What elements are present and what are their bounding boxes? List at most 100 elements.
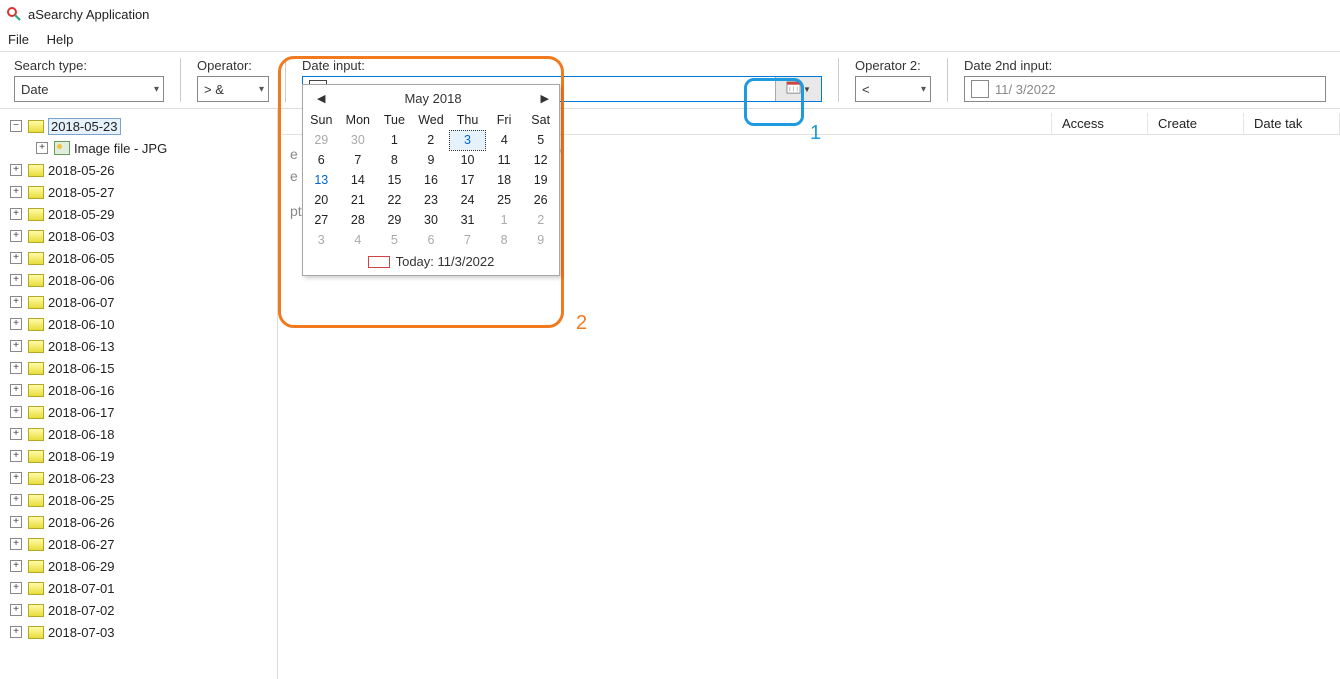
tree-item[interactable]: −2018-05-23: [10, 115, 273, 137]
tree-item[interactable]: +2018-07-02: [10, 599, 273, 621]
calendar-day[interactable]: 1: [376, 130, 413, 150]
tree-expand-icon[interactable]: +: [10, 560, 22, 572]
operator2-select[interactable]: < ▾: [855, 76, 931, 102]
tree-item[interactable]: +2018-06-05: [10, 247, 273, 269]
calendar-day[interactable]: 1: [486, 210, 523, 230]
calendar-day[interactable]: 12: [522, 150, 559, 170]
tree-expand-icon[interactable]: +: [10, 362, 22, 374]
calendar-day[interactable]: 4: [486, 130, 523, 150]
tree-item[interactable]: +2018-07-03: [10, 621, 273, 643]
tree-expand-icon[interactable]: +: [10, 340, 22, 352]
calendar-day[interactable]: 10: [449, 150, 486, 170]
list-header-col[interactable]: Access: [1052, 113, 1148, 134]
calendar-day[interactable]: 5: [376, 230, 413, 250]
tree-expand-icon[interactable]: +: [10, 164, 22, 176]
tree-expand-icon[interactable]: +: [10, 604, 22, 616]
calendar-day[interactable]: 11: [486, 150, 523, 170]
tree-expand-icon[interactable]: +: [10, 516, 22, 528]
tree-item[interactable]: +2018-06-16: [10, 379, 273, 401]
tree-expand-icon[interactable]: +: [10, 318, 22, 330]
menu-help[interactable]: Help: [47, 32, 74, 47]
calendar-day[interactable]: 18: [486, 170, 523, 190]
tree-expand-icon[interactable]: +: [10, 626, 22, 638]
tree-expand-icon[interactable]: +: [10, 186, 22, 198]
calendar-day[interactable]: 3: [303, 230, 340, 250]
calendar-prev-button[interactable]: ◀: [317, 92, 325, 105]
tree-expand-icon[interactable]: +: [10, 296, 22, 308]
tree-expand-icon[interactable]: +: [10, 428, 22, 440]
tree-item[interactable]: +2018-06-23: [10, 467, 273, 489]
tree-item[interactable]: +2018-05-27: [10, 181, 273, 203]
calendar-day[interactable]: 20: [303, 190, 340, 210]
calendar-day[interactable]: 13: [303, 170, 340, 190]
tree-expand-icon[interactable]: +: [10, 230, 22, 242]
tree-expand-icon[interactable]: +: [10, 494, 22, 506]
calendar-day[interactable]: 17: [449, 170, 486, 190]
tree-expand-icon[interactable]: +: [36, 142, 48, 154]
tree-expand-icon[interactable]: +: [10, 208, 22, 220]
tree-panel[interactable]: −2018-05-23+Image file - JPG+2018-05-26+…: [0, 109, 278, 679]
calendar-today-row[interactable]: Today: 11/3/2022: [303, 250, 559, 275]
calendar-day[interactable]: 31: [449, 210, 486, 230]
calendar-day[interactable]: 9: [522, 230, 559, 250]
calendar-day[interactable]: 3: [449, 130, 486, 150]
calendar-day[interactable]: 23: [413, 190, 450, 210]
calendar-day[interactable]: 6: [303, 150, 340, 170]
calendar-day[interactable]: 7: [340, 150, 377, 170]
calendar-day[interactable]: 24: [449, 190, 486, 210]
list-header-col[interactable]: Create: [1148, 113, 1244, 134]
tree-child-item[interactable]: +Image file - JPG: [10, 137, 273, 159]
tree-collapse-icon[interactable]: −: [10, 120, 22, 132]
tree-item[interactable]: +2018-06-17: [10, 401, 273, 423]
tree-expand-icon[interactable]: +: [10, 538, 22, 550]
calendar-day[interactable]: 2: [413, 130, 450, 150]
tree-item[interactable]: +2018-06-19: [10, 445, 273, 467]
calendar-day[interactable]: 2: [522, 210, 559, 230]
calendar-day[interactable]: 16: [413, 170, 450, 190]
tree-item[interactable]: +2018-06-15: [10, 357, 273, 379]
tree-item[interactable]: +2018-06-06: [10, 269, 273, 291]
calendar-day[interactable]: 7: [449, 230, 486, 250]
tree-item[interactable]: +2018-05-29: [10, 203, 273, 225]
calendar-day[interactable]: 4: [340, 230, 377, 250]
operator-select[interactable]: > & ▾: [197, 76, 269, 102]
calendar-day[interactable]: 14: [340, 170, 377, 190]
menu-file[interactable]: File: [8, 32, 29, 47]
tree-item[interactable]: +2018-06-25: [10, 489, 273, 511]
date2-input[interactable]: 11/ 3/2022: [964, 76, 1326, 102]
calendar-day[interactable]: 28: [340, 210, 377, 230]
calendar-next-button[interactable]: ▶: [541, 92, 549, 105]
tree-expand-icon[interactable]: +: [10, 406, 22, 418]
calendar-day[interactable]: 19: [522, 170, 559, 190]
date2-input-checkbox[interactable]: [971, 80, 989, 98]
tree-expand-icon[interactable]: +: [10, 582, 22, 594]
tree-item[interactable]: +2018-06-27: [10, 533, 273, 555]
calendar-day[interactable]: 29: [376, 210, 413, 230]
tree-item[interactable]: +2018-06-07: [10, 291, 273, 313]
calendar-day[interactable]: 30: [413, 210, 450, 230]
tree-item[interactable]: +2018-05-26: [10, 159, 273, 181]
tree-item[interactable]: +2018-07-01: [10, 577, 273, 599]
list-header-col[interactable]: Date tak: [1244, 113, 1340, 134]
tree-expand-icon[interactable]: +: [10, 252, 22, 264]
calendar-day[interactable]: 26: [522, 190, 559, 210]
tree-expand-icon[interactable]: +: [10, 472, 22, 484]
calendar-day[interactable]: 9: [413, 150, 450, 170]
tree-item[interactable]: +2018-06-03: [10, 225, 273, 247]
tree-expand-icon[interactable]: +: [10, 450, 22, 462]
tree-item[interactable]: +2018-06-29: [10, 555, 273, 577]
calendar-day[interactable]: 29: [303, 130, 340, 150]
calendar-day[interactable]: 5: [522, 130, 559, 150]
calendar-day[interactable]: 27: [303, 210, 340, 230]
calendar-day[interactable]: 8: [486, 230, 523, 250]
search-type-select[interactable]: Date ▾: [14, 76, 164, 102]
calendar-day[interactable]: 21: [340, 190, 377, 210]
tree-expand-icon[interactable]: +: [10, 384, 22, 396]
calendar-open-button[interactable]: ▼: [775, 77, 821, 101]
tree-item[interactable]: +2018-06-13: [10, 335, 273, 357]
tree-item[interactable]: +2018-06-18: [10, 423, 273, 445]
calendar-day[interactable]: 25: [486, 190, 523, 210]
calendar-day[interactable]: 30: [340, 130, 377, 150]
calendar-day[interactable]: 6: [413, 230, 450, 250]
calendar-day[interactable]: 8: [376, 150, 413, 170]
